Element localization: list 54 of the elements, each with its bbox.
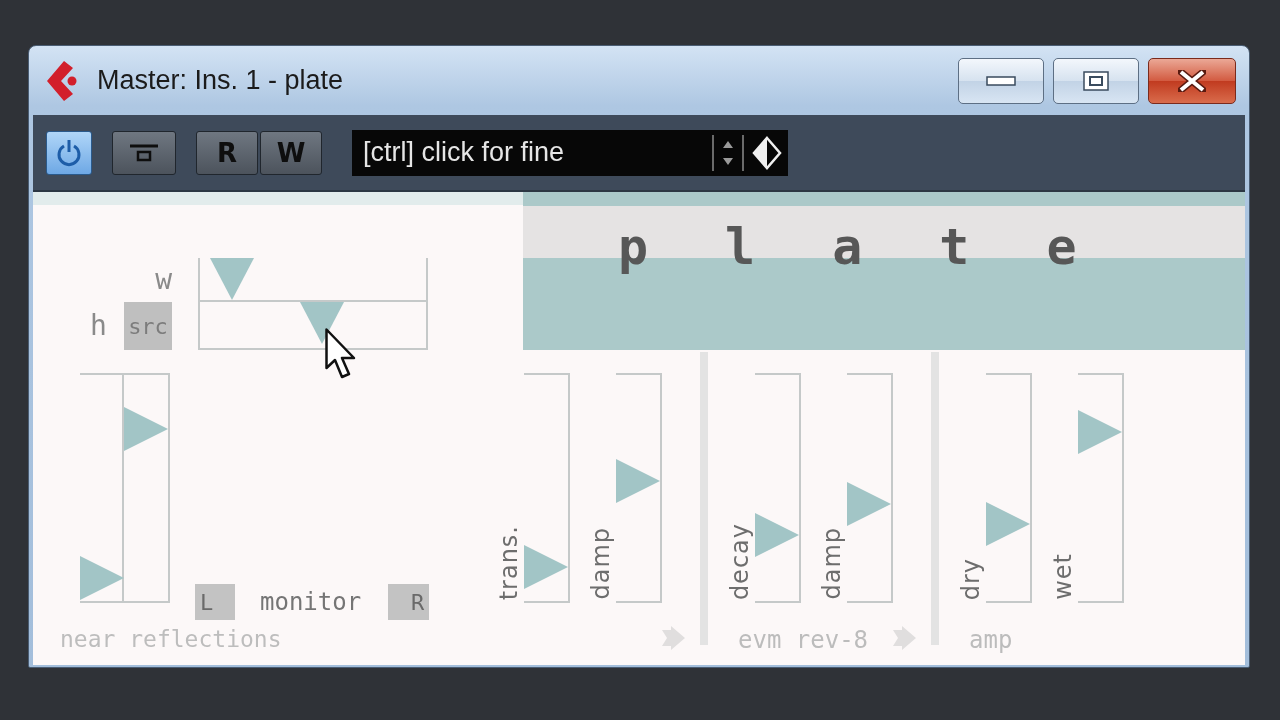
slider-thumb[interactable] (300, 302, 345, 344)
minimize-icon (986, 75, 1016, 86)
module-label: amp (969, 628, 1013, 652)
slider-track[interactable] (124, 373, 170, 603)
monitor-label: monitor (260, 588, 362, 616)
plugin-name: plate (618, 222, 1154, 272)
display-text: [ctrl] click for fine (363, 137, 565, 168)
slider-label: wet (1051, 553, 1075, 600)
module-label: evm rev-8 (738, 628, 869, 652)
right-arrow-icon (662, 626, 685, 650)
slider-track[interactable] (524, 373, 570, 603)
slider-thumb[interactable] (1078, 409, 1122, 454)
slider-label: trans. (497, 524, 521, 600)
maximize-icon (1083, 70, 1109, 91)
slider-track[interactable] (755, 373, 801, 603)
slider-label: w (155, 266, 172, 294)
toolbar-button[interactable]: W (260, 130, 322, 175)
source-button[interactable]: src (124, 302, 172, 350)
slider-thumb[interactable] (847, 481, 891, 526)
diamond-icon[interactable] (752, 135, 782, 170)
close-button[interactable] (1148, 57, 1236, 104)
power-button[interactable] (46, 130, 92, 175)
slider-track[interactable] (1078, 373, 1124, 603)
slider-track[interactable] (80, 373, 124, 603)
right-arrow-icon (893, 626, 916, 650)
left-monitor-button[interactable]: L (195, 584, 235, 620)
slider-label: dry (959, 557, 983, 600)
window-title: Master: Ins. 1 - plate (97, 65, 344, 96)
toolbar-button[interactable] (112, 130, 176, 175)
right-monitor-button[interactable]: R (388, 584, 430, 620)
slider-thumb[interactable] (986, 502, 1030, 547)
up-down-arrows-icon[interactable] (712, 132, 744, 173)
bar-square-icon (130, 143, 158, 162)
power-icon (56, 138, 82, 167)
slider-thumb[interactable] (124, 407, 168, 452)
slider-thumb[interactable] (209, 258, 254, 300)
minimize-button[interactable] (958, 57, 1044, 104)
slider-track[interactable] (198, 258, 428, 302)
section-label: near reflections (60, 626, 282, 652)
slider-thumb[interactable] (524, 545, 568, 590)
slider-track[interactable] (986, 373, 1032, 603)
slider-track[interactable] (616, 373, 662, 603)
slider-label: damp (820, 527, 844, 600)
slider-label: damp (589, 527, 613, 600)
slider-label: decay (728, 522, 752, 600)
slider-label: h (90, 312, 107, 340)
toolbar-button[interactable]: R (196, 130, 258, 175)
slider-thumb[interactable] (755, 513, 799, 558)
mouse-pointer-icon (325, 328, 356, 380)
maximize-button[interactable] (1053, 57, 1139, 104)
close-icon (1178, 69, 1206, 92)
slider-thumb[interactable] (616, 459, 660, 504)
slider-thumb[interactable] (80, 556, 124, 601)
slider-track[interactable] (847, 373, 893, 603)
